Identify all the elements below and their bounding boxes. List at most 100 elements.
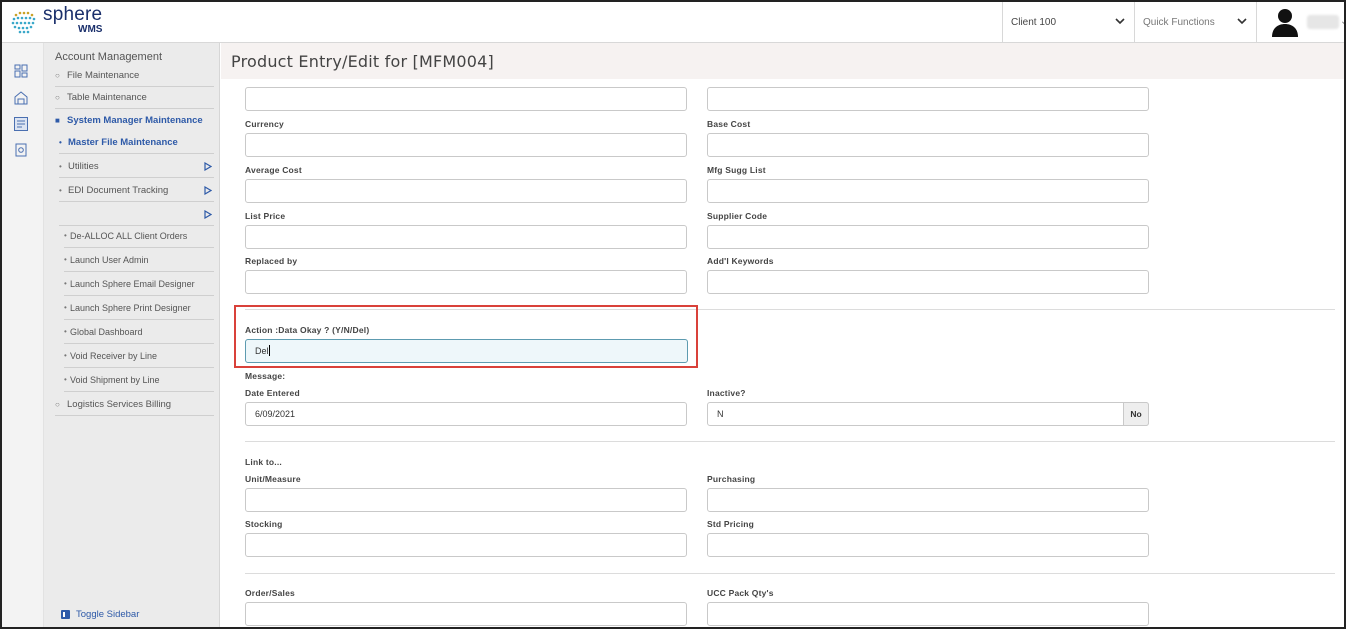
- circle-bullet-icon: ○: [55, 400, 60, 409]
- user-menu[interactable]: ⌄: [1256, 2, 1344, 42]
- toggle-sidebar-label: Toggle Sidebar: [76, 609, 140, 620]
- stocking-label: Stocking: [245, 519, 283, 529]
- sidebar-item-system-manager[interactable]: ■ System Manager Maintenance: [55, 109, 214, 131]
- sidebar-subitem-print-designer[interactable]: • Launch Sphere Print Designer: [64, 296, 214, 320]
- replaced-by-label: Replaced by: [245, 256, 298, 266]
- main-content: Product Entry/Edit for [MFM004] Currency…: [221, 43, 1344, 627]
- sidebar-item-label: Master File Maintenance: [68, 137, 178, 148]
- average-cost-label: Average Cost: [245, 165, 302, 175]
- page-title: Product Entry/Edit for [MFM004]: [231, 52, 494, 71]
- sidebar-subitem-email-designer[interactable]: • Launch Sphere Email Designer: [64, 272, 214, 296]
- action-label: Action :Data Okay ? (Y/N/Del): [245, 325, 370, 335]
- unit-measure-field[interactable]: [245, 488, 687, 512]
- inactive-field[interactable]: N No: [707, 402, 1149, 426]
- supplier-code-field[interactable]: [707, 225, 1149, 249]
- sidebar-item-file-maintenance[interactable]: ○ File Maintenance: [55, 65, 214, 87]
- sidebar-item-utilities[interactable]: • Utilities: [59, 156, 214, 178]
- dashboard-icon[interactable]: [14, 64, 28, 78]
- sidebar-item-label: EDI Document Tracking: [68, 185, 169, 196]
- sidebar-subitem-label: De-ALLOC ALL Client Orders: [70, 230, 188, 241]
- supplier-code-label: Supplier Code: [707, 211, 768, 221]
- sidebar-subitem-label: Void Receiver by Line: [70, 350, 158, 361]
- user-avatar-icon: [1272, 9, 1298, 37]
- user-name-blurred: [1307, 15, 1339, 29]
- average-cost-field[interactable]: [245, 179, 687, 203]
- text-caret: [268, 345, 270, 356]
- dot-bullet-icon: •: [59, 138, 62, 147]
- mfg-sugg-list-label: Mfg Sugg List: [707, 165, 766, 175]
- quick-functions-value: Quick Functions: [1143, 16, 1215, 28]
- chevron-down-icon: [1115, 18, 1125, 25]
- mfg-sugg-list-field[interactable]: [707, 179, 1149, 203]
- reports-icon[interactable]: [14, 117, 28, 131]
- stocking-field[interactable]: [245, 533, 687, 557]
- ucc-pack-label: UCC Pack Qty's: [707, 588, 774, 598]
- client-select-value: Client 100: [1011, 16, 1057, 28]
- sidebar-toggle-icon: [61, 610, 70, 619]
- expand-arrow-icon: [204, 210, 212, 219]
- sidebar-subitem-label: Launch Sphere Print Designer: [70, 302, 191, 313]
- upc-field[interactable]: [707, 87, 1149, 111]
- action-field[interactable]: Del: [245, 339, 688, 363]
- sidebar-item-label: Table Maintenance: [67, 92, 147, 103]
- sidebar-item-logistics-billing[interactable]: ○ Logistics Services Billing: [55, 394, 214, 416]
- sidebar-subitem-label: Launch Sphere Email Designer: [70, 278, 195, 289]
- base-cost-label: Base Cost: [707, 119, 751, 129]
- square-bullet-icon: ■: [55, 115, 60, 125]
- circle-bullet-icon: ○: [55, 71, 60, 80]
- message-label: Message:: [245, 371, 286, 381]
- sphere-wms-logo[interactable]: sphere WMS: [8, 4, 118, 38]
- list-price-label: List Price: [245, 211, 286, 221]
- model-number-field[interactable]: [245, 87, 687, 111]
- inactive-label: Inactive?: [707, 388, 746, 398]
- sidebar-subitem-user-admin[interactable]: • Launch User Admin: [64, 248, 214, 272]
- icon-rail: [2, 43, 44, 627]
- sidebar-subitem-global-dashboard[interactable]: • Global Dashboard: [64, 320, 214, 344]
- title-bar: Product Entry/Edit for [MFM004]: [221, 43, 1344, 79]
- sidebar-item-table-maintenance[interactable]: ○ Table Maintenance: [55, 87, 214, 109]
- section-divider: [245, 573, 1335, 574]
- sidebar-subitem-void-receiver[interactable]: • Void Receiver by Line: [64, 344, 214, 368]
- sidebar-subitem-void-shipment[interactable]: • Void Shipment by Line: [64, 368, 214, 392]
- dot-bullet-icon: •: [59, 162, 62, 171]
- order-sales-label: Order/Sales: [245, 588, 295, 598]
- warehouse-icon[interactable]: [14, 91, 28, 105]
- purchasing-label: Purchasing: [707, 474, 756, 484]
- globe-logo-icon: [11, 11, 36, 34]
- base-cost-field[interactable]: [707, 133, 1149, 157]
- sidebar-title: Account Management: [55, 51, 163, 63]
- order-sales-field[interactable]: [245, 602, 687, 626]
- sidebar-subitem-label: Global Dashboard: [70, 326, 143, 337]
- std-pricing-field[interactable]: [707, 533, 1149, 557]
- action-field-value: Del: [255, 346, 269, 356]
- currency-label: Currency: [245, 119, 284, 129]
- app-window: sphere WMS Client 100 Quick Functions ⌄: [0, 0, 1346, 629]
- link-to-label: Link to...: [245, 457, 282, 467]
- sidebar-item-master-file[interactable]: • Master File Maintenance: [59, 132, 214, 154]
- product-form: Currency Base Cost Average Cost Mfg Sugg…: [221, 79, 1344, 627]
- toggle-sidebar-button[interactable]: Toggle Sidebar: [61, 609, 139, 620]
- keywords-field[interactable]: [707, 270, 1149, 294]
- sidebar-subitem-dealloc[interactable]: • De-ALLOC ALL Client Orders: [64, 224, 214, 248]
- inactive-field-value: N: [717, 409, 724, 419]
- replaced-by-field[interactable]: [245, 270, 687, 294]
- sidebar-item-label: System Manager Maintenance: [67, 114, 203, 126]
- client-select[interactable]: Client 100: [1002, 2, 1134, 42]
- ucc-pack-field[interactable]: [707, 602, 1149, 626]
- expand-arrow-icon: [204, 162, 212, 171]
- sidebar-item-label: Logistics Services Billing: [67, 399, 172, 410]
- purchasing-field[interactable]: [707, 488, 1149, 512]
- sidebar-subitem-label: Void Shipment by Line: [70, 374, 160, 385]
- quick-functions-select[interactable]: Quick Functions: [1134, 2, 1256, 42]
- sidebar: Account Management ○ File Maintenance ○ …: [44, 43, 220, 627]
- date-entered-field[interactable]: 6/09/2021: [245, 402, 687, 426]
- currency-field[interactable]: [245, 133, 687, 157]
- sidebar-item-edi-tracking[interactable]: • EDI Document Tracking: [59, 180, 214, 202]
- sidebar-item-label: Utilities: [68, 161, 99, 172]
- expand-arrow-icon: [204, 186, 212, 195]
- document-icon[interactable]: [14, 143, 28, 157]
- sidebar-item-label: File Maintenance: [67, 70, 140, 81]
- section-divider: [245, 441, 1335, 442]
- list-price-field[interactable]: [245, 225, 687, 249]
- sidebar-item-unlabeled[interactable]: [59, 204, 214, 226]
